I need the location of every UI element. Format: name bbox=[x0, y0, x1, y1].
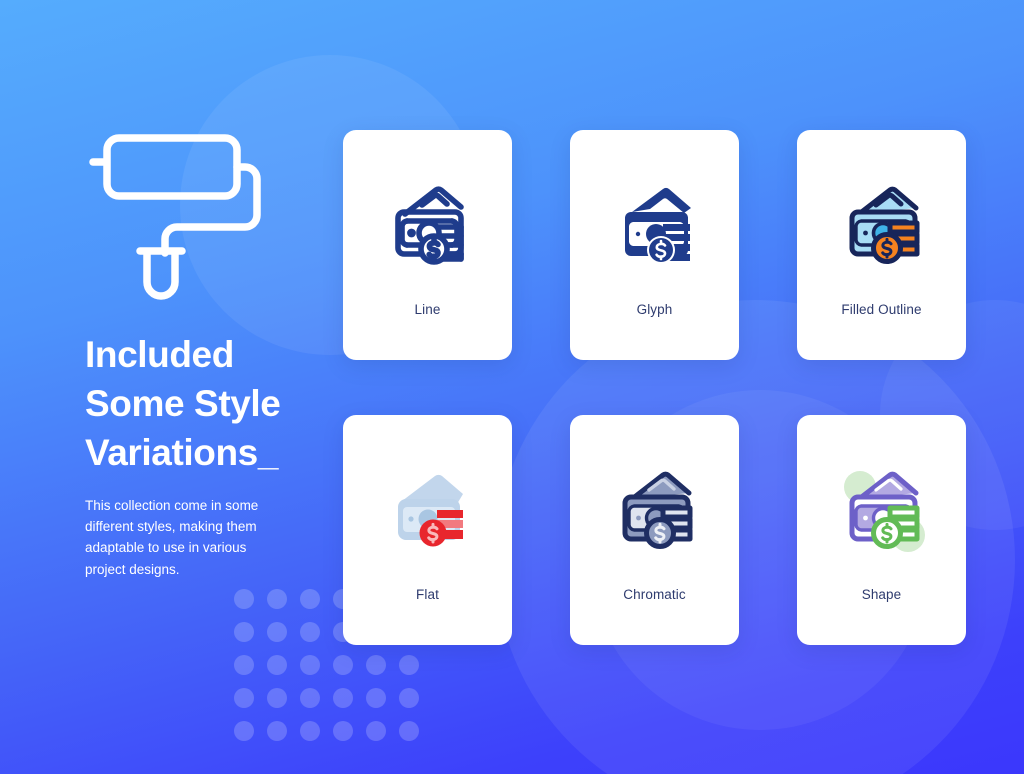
money-line-icon bbox=[394, 186, 464, 265]
money-filled-outline-icon bbox=[849, 186, 919, 264]
grid-dot bbox=[399, 721, 419, 741]
page-title: Included Some Style Variations_ bbox=[85, 330, 335, 478]
style-card-flat[interactable]: Flat bbox=[343, 415, 512, 645]
grid-dot bbox=[300, 655, 320, 675]
grid-dot bbox=[300, 589, 320, 609]
style-card-line[interactable]: Line bbox=[343, 130, 512, 360]
grid-dot bbox=[333, 688, 353, 708]
style-card-label: Glyph bbox=[636, 302, 673, 317]
money-shape-icon bbox=[843, 471, 925, 552]
intro-panel: Included Some Style Variations_ This col… bbox=[85, 118, 335, 580]
grid-dot bbox=[234, 688, 254, 708]
grid-dot bbox=[234, 721, 254, 741]
grid-dot bbox=[333, 655, 353, 675]
grid-dot bbox=[267, 688, 287, 708]
grid-dot bbox=[267, 721, 287, 741]
grid-dot bbox=[300, 721, 320, 741]
headline-line-1: Included bbox=[85, 334, 234, 375]
headline-line-2: Some Style bbox=[85, 383, 281, 425]
grid-dot bbox=[267, 655, 287, 675]
grid-dot bbox=[333, 721, 353, 741]
grid-dot bbox=[399, 655, 419, 675]
style-variations-grid: Line Glyph Filled Outline Flat Chromatic… bbox=[343, 130, 983, 645]
style-card-chromatic[interactable]: Chromatic bbox=[570, 415, 739, 645]
style-card-shape[interactable]: Shape bbox=[797, 415, 966, 645]
paint-roller-icon bbox=[85, 118, 270, 308]
style-card-label: Filled Outline bbox=[841, 302, 922, 317]
grid-dot bbox=[234, 622, 254, 642]
money-flat-icon bbox=[397, 474, 463, 547]
style-card-label: Flat bbox=[416, 587, 439, 602]
grid-dot bbox=[366, 688, 386, 708]
grid-dot bbox=[267, 622, 287, 642]
style-card-label: Shape bbox=[861, 587, 902, 602]
grid-dot bbox=[366, 655, 386, 675]
money-chromatic-icon bbox=[622, 471, 692, 549]
grid-dot bbox=[234, 655, 254, 675]
description-text: This collection come in some different s… bbox=[85, 497, 259, 577]
grid-dot bbox=[267, 589, 287, 609]
style-card-filled-outline[interactable]: Filled Outline bbox=[797, 130, 966, 360]
grid-dot bbox=[234, 589, 254, 609]
grid-dot bbox=[399, 688, 419, 708]
grid-dot bbox=[300, 622, 320, 642]
style-card-glyph[interactable]: Glyph bbox=[570, 130, 739, 360]
style-card-label: Line bbox=[414, 302, 441, 317]
money-glyph-icon bbox=[624, 188, 691, 264]
style-card-label: Chromatic bbox=[623, 587, 686, 602]
headline-line-3: Variations_ bbox=[85, 432, 279, 474]
grid-dot bbox=[366, 721, 386, 741]
grid-dot bbox=[300, 688, 320, 708]
